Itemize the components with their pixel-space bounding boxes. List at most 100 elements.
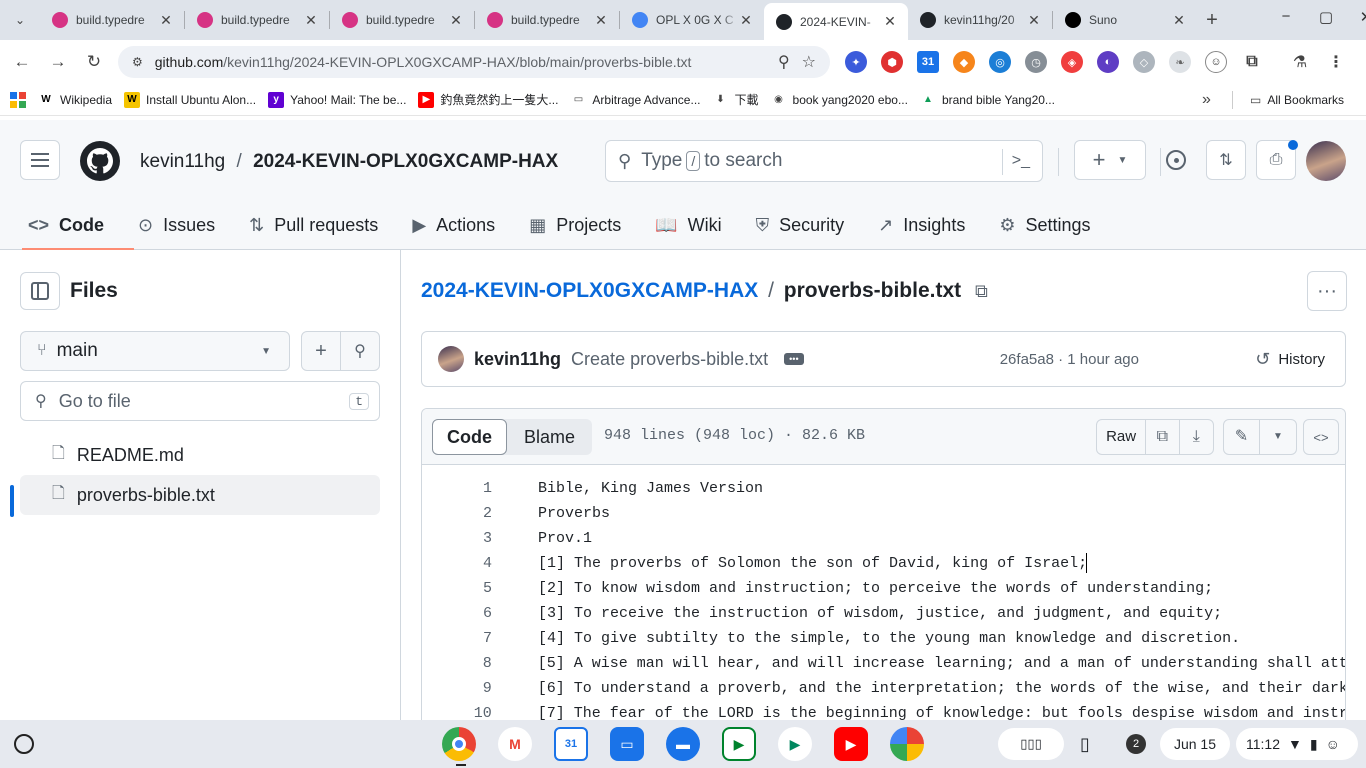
line-number[interactable]: 5 xyxy=(422,576,492,601)
gmail-app-icon[interactable]: M xyxy=(498,727,532,761)
browser-tab[interactable]: Suno ✕ xyxy=(1053,3,1197,37)
back-button[interactable]: ← xyxy=(4,44,40,80)
menu-kebab-icon[interactable]: ⋮ xyxy=(1325,51,1347,73)
calendar-extension-icon[interactable]: 31 xyxy=(917,51,939,73)
line-number[interactable]: 6 xyxy=(422,601,492,626)
forward-button[interactable]: → xyxy=(40,44,76,80)
all-bookmarks[interactable]: ▭ All Bookmarks xyxy=(1250,93,1344,107)
tab-search-button[interactable]: ⌄ xyxy=(0,3,40,37)
commit-author-link[interactable]: kevin11hg xyxy=(474,349,561,370)
calendar-app-icon[interactable]: 31 xyxy=(554,727,588,761)
tab-actions[interactable]: ▶ Actions xyxy=(412,202,495,250)
branch-select[interactable]: ⑂ main ▼ xyxy=(20,331,290,371)
guard-extension-icon[interactable]: ◇ xyxy=(1133,51,1155,73)
close-tab-icon[interactable]: ✕ xyxy=(593,12,609,29)
create-new-button[interactable]: + ▼ xyxy=(1074,140,1146,180)
close-tab-icon[interactable]: ✕ xyxy=(882,13,898,30)
repo-owner-link[interactable]: kevin11hg xyxy=(140,151,225,172)
browser-tab[interactable]: build.typedre ✕ xyxy=(40,3,184,37)
tab-security[interactable]: ⛨ Security xyxy=(756,202,845,250)
raw-button[interactable]: Raw xyxy=(1097,420,1147,454)
copy-raw-icon[interactable]: ⧉ xyxy=(1146,420,1180,454)
history-button[interactable]: ↺ History xyxy=(1255,349,1325,370)
close-tab-icon[interactable]: ✕ xyxy=(738,12,754,29)
browser-tab[interactable]: OPL X 0G X C ✕ xyxy=(620,3,764,37)
phantom-extension-icon[interactable]: ◐ xyxy=(1097,51,1119,73)
puzzle-extensions-icon[interactable]: ⧉ xyxy=(1241,51,1263,73)
edit-caret-down-icon[interactable]: ▼ xyxy=(1260,420,1296,454)
close-tab-icon[interactable]: ✕ xyxy=(158,12,174,29)
bookmark-item[interactable]: ▲ brand bible Yang20... xyxy=(919,91,1055,108)
bookmark-item[interactable]: ▶ 釣魚竟然釣上一隻大... xyxy=(418,91,558,108)
notification-count[interactable]: 2 xyxy=(1126,734,1146,754)
blame-view-tab[interactable]: Blame xyxy=(507,419,592,455)
status-tray[interactable]: 11:12 ▼ ▮ ☺ xyxy=(1236,728,1358,760)
issues-button[interactable] xyxy=(1156,140,1196,180)
breadcrumb-repo-link[interactable]: 2024-KEVIN-OPLX0GXCAMP-HAX xyxy=(421,279,758,302)
tab-issues[interactable]: ⊙ Issues xyxy=(138,202,215,250)
search-files-button[interactable]: ⚲ xyxy=(341,332,379,370)
play-store-app-icon[interactable]: ▶ xyxy=(778,727,812,761)
line-number[interactable]: 4 xyxy=(422,551,492,576)
search-input[interactable]: ⚲ Type / to search >_ xyxy=(605,140,1043,182)
bookmark-item[interactable]: y Yahoo! Mail: The be... xyxy=(268,91,406,108)
labs-icon[interactable]: ⚗ xyxy=(1289,51,1311,73)
line-number[interactable]: 2 xyxy=(422,501,492,526)
more-options-button[interactable]: ··· xyxy=(1307,271,1347,311)
phone-hub-icon[interactable]: ▯ xyxy=(1080,734,1090,755)
github-logo-icon[interactable] xyxy=(80,141,120,181)
bookmarks-overflow-icon[interactable]: » xyxy=(1202,91,1211,109)
bookmark-star-icon[interactable]: ☆ xyxy=(802,52,816,72)
maximize-button[interactable]: ▢ xyxy=(1306,8,1346,26)
file-tree-item[interactable]: 🗋 README.md xyxy=(20,435,380,475)
bookmark-item[interactable]: W Install Ubuntu Alon... xyxy=(124,91,256,108)
date-tray[interactable]: Jun 15 xyxy=(1160,728,1230,760)
close-tab-icon[interactable]: ✕ xyxy=(448,12,464,29)
line-number[interactable]: 1 xyxy=(422,476,492,501)
tab-wiki[interactable]: 📖 Wiki xyxy=(655,202,721,250)
desks-button[interactable]: ▯▯▯ xyxy=(998,728,1064,760)
bookmark-item[interactable]: ▭ Arbitrage Advance... xyxy=(570,91,701,108)
leaf-extension-icon[interactable]: ❧ xyxy=(1169,51,1191,73)
commit-expand-ellipsis[interactable]: ••• xyxy=(784,353,804,365)
copy-path-icon[interactable]: ⧉ xyxy=(975,281,988,301)
bookmark-item[interactable]: W Wikipedia xyxy=(38,91,112,108)
rocket-extension-icon[interactable]: ✦ xyxy=(845,51,867,73)
new-tab-button[interactable]: + xyxy=(1197,3,1227,37)
tab-settings[interactable]: ⚙ Settings xyxy=(999,202,1090,250)
code-content[interactable]: 1 Bible, King James Version 2 Proverbs 3 Prov… xyxy=(422,465,1345,726)
line-number[interactable]: 8 xyxy=(422,651,492,676)
zoom-icon[interactable]: ⚲ xyxy=(778,52,790,72)
files-app-icon[interactable]: ▭ xyxy=(610,727,644,761)
bot-extension-icon[interactable]: ☺ xyxy=(1205,51,1227,73)
chrome-app-icon[interactable] xyxy=(442,727,476,761)
repo-name-link[interactable]: 2024-KEVIN-OPLX0GXCAMP-HAX xyxy=(253,151,558,172)
launcher-icon[interactable] xyxy=(14,734,34,754)
download-raw-icon[interactable]: ⤓ xyxy=(1180,420,1213,454)
metamask-extension-icon[interactable]: ◆ xyxy=(953,51,975,73)
browser-tab[interactable]: build.typedre ✕ xyxy=(330,3,474,37)
tab-projects[interactable]: ▦ Projects xyxy=(529,202,621,250)
pull-requests-button[interactable]: ⇅ xyxy=(1206,140,1246,180)
minimize-button[interactable]: − xyxy=(1266,8,1306,26)
close-tab-icon[interactable]: ✕ xyxy=(1026,12,1042,29)
add-file-button[interactable]: + xyxy=(302,332,341,370)
file-tree-item[interactable]: 🗋 proverbs-bible.txt xyxy=(20,475,380,515)
browser-tab[interactable]: build.typedre ✕ xyxy=(475,3,619,37)
code-view-tab[interactable]: Code xyxy=(432,419,507,455)
shield-extension-icon[interactable]: ◈ xyxy=(1061,51,1083,73)
compass-extension-icon[interactable]: ◎ xyxy=(989,51,1011,73)
meet-app-icon[interactable]: ▶ xyxy=(722,727,756,761)
edit-pencil-icon[interactable]: ✎ xyxy=(1224,420,1260,454)
tab-insights[interactable]: ↗ Insights xyxy=(878,202,965,250)
command-palette-icon[interactable]: >_ xyxy=(1012,152,1030,170)
red-extension-icon[interactable]: ⬢ xyxy=(881,51,903,73)
browser-tab[interactable]: 2024-KEVIN- ✕ xyxy=(764,3,908,40)
close-tab-icon[interactable]: ✕ xyxy=(1171,12,1187,29)
apps-icon[interactable] xyxy=(10,91,26,108)
tab-code[interactable]: <> Code xyxy=(21,202,135,250)
commit-message-link[interactable]: Create proverbs-bible.txt xyxy=(571,349,768,370)
clock-extension-icon[interactable]: ◷ xyxy=(1025,51,1047,73)
line-number[interactable]: 3 xyxy=(422,526,492,551)
tab-pull-requests[interactable]: ⇅ Pull requests xyxy=(249,202,378,250)
